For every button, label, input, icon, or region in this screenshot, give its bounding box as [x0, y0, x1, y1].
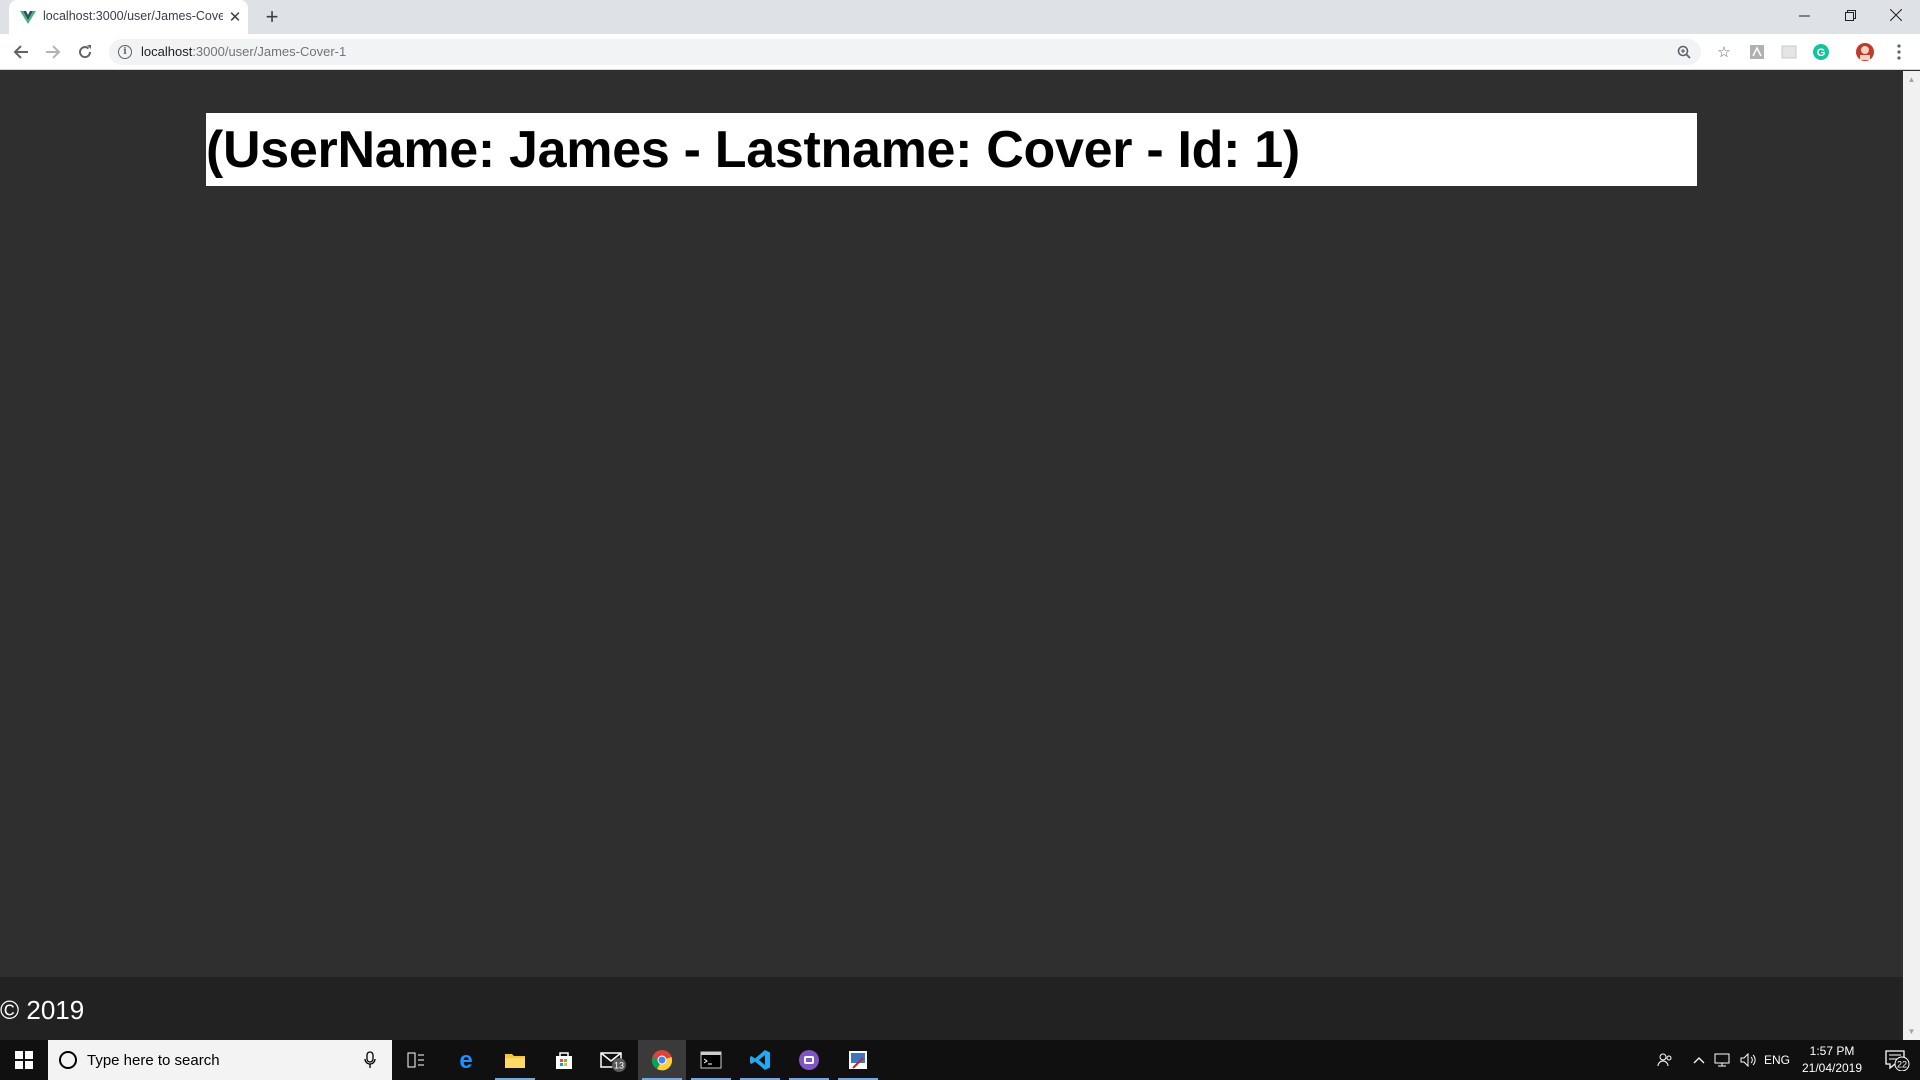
page-viewport: (UserName: James - Lastname: Cover - Id:… [0, 71, 1903, 1040]
minimize-icon [1798, 15, 1810, 16]
search-placeholder: Type here to search [87, 1052, 220, 1069]
taskbar-edge[interactable]: e [442, 1040, 490, 1080]
people-icon [1657, 1053, 1672, 1067]
minimize-button[interactable] [1781, 0, 1827, 30]
url-text: localhost:3000/user/James-Cover-1 [141, 44, 346, 59]
network-icon [1714, 1053, 1730, 1067]
vue-logo-icon [20, 11, 36, 24]
arrow-left-icon [13, 45, 28, 59]
svg-text:e: e [459, 1049, 472, 1071]
restore-button[interactable] [1827, 0, 1873, 30]
network-button[interactable] [1711, 1040, 1735, 1080]
action-center-button[interactable]: 22 [1874, 1040, 1920, 1080]
forward-button[interactable] [40, 39, 66, 65]
people-button[interactable] [1651, 1040, 1679, 1080]
clock-date: 21/04/2019 [1801, 1061, 1863, 1075]
task-view-button[interactable] [392, 1040, 440, 1080]
store-bag-icon [556, 1052, 572, 1069]
grammarly-icon[interactable]: G [1811, 42, 1831, 62]
mail-badge: 13 [614, 1061, 624, 1071]
volume-button[interactable] [1737, 1040, 1761, 1080]
taskbar: Type here to search e 13 ENG 1:57 PM 21/… [0, 1040, 1920, 1080]
snipping-tool-icon [849, 1051, 867, 1069]
address-bar[interactable]: i localhost:3000/user/James-Cover-1 ☆ [109, 39, 1731, 65]
start-button[interactable] [0, 1040, 48, 1080]
extension-icon[interactable] [1779, 42, 1799, 62]
taskbar-terminal[interactable] [687, 1040, 735, 1080]
taskbar-mail[interactable]: 13 [589, 1040, 637, 1080]
pdf-extension-icon[interactable] [1747, 42, 1767, 62]
cortana-icon [59, 1051, 77, 1069]
page-footer: © 2019 [0, 977, 1903, 1040]
reload-icon [79, 45, 92, 59]
new-tab-button[interactable]: + [259, 4, 285, 30]
microphone-icon[interactable] [363, 1051, 377, 1069]
vertical-scrollbar[interactable]: ▲ ▼ [1903, 71, 1920, 1040]
notification-count: 22 [1897, 1060, 1907, 1070]
menu-kebab-icon[interactable] [1889, 42, 1909, 62]
profile-avatar[interactable] [1855, 42, 1875, 62]
browser-toolbar: i localhost:3000/user/James-Cover-1 ☆ G [0, 34, 1920, 70]
scroll-down-icon[interactable]: ▼ [1903, 1023, 1920, 1040]
scroll-up-icon[interactable]: ▲ [1903, 71, 1920, 88]
taskbar-store[interactable] [540, 1040, 588, 1080]
taskbar-vscode[interactable] [736, 1040, 784, 1080]
clock-time: 1:57 PM [1809, 1044, 1855, 1058]
arrow-right-icon [46, 45, 61, 59]
chevron-up-icon [1693, 1057, 1705, 1064]
edge-icon: e [459, 1049, 472, 1071]
close-window-button[interactable] [1873, 0, 1919, 30]
copyright-text: © 2019 [0, 995, 85, 1025]
bookmark-star-icon[interactable]: ☆ [1715, 43, 1733, 61]
windows-logo-icon [15, 1051, 33, 1069]
notification-icon: 22 [1885, 1050, 1910, 1071]
restore-icon [1844, 9, 1856, 21]
svg-text:G: G [1817, 47, 1826, 59]
clock[interactable]: 1:57 PM 21/04/2019 [1786, 1043, 1878, 1077]
url-path: :3000/user/James-Cover-1 [192, 44, 347, 59]
user-heading-box: (UserName: James - Lastname: Cover - Id:… [206, 113, 1697, 186]
tab-strip: localhost:3000/user/James-Cover-1 ✕ + [0, 0, 1920, 34]
back-button[interactable] [8, 39, 34, 65]
url-host: localhost [141, 44, 193, 59]
browser-tab[interactable]: localhost:3000/user/James-Cover-1 ✕ [9, 0, 248, 34]
taskbar-file-explorer[interactable] [491, 1040, 539, 1080]
tab-title: localhost:3000/user/James-Cover-1 [43, 9, 223, 23]
taskbar-snipping-tool[interactable] [834, 1040, 882, 1080]
speaker-icon [1740, 1053, 1756, 1067]
close-icon [1890, 9, 1902, 21]
folder-icon [505, 1054, 525, 1068]
task-view-icon [407, 1052, 424, 1068]
vscode-icon [750, 1050, 770, 1070]
terminal-icon [700, 1051, 722, 1069]
chrome-icon [651, 1050, 673, 1071]
taskbar-app-purple[interactable] [785, 1040, 833, 1080]
app-purple-icon [799, 1050, 819, 1070]
site-info-icon[interactable]: i [118, 45, 132, 59]
reload-button[interactable] [72, 39, 98, 65]
tray-overflow-button[interactable] [1688, 1040, 1710, 1080]
zoom-icon[interactable] [1675, 43, 1693, 61]
mail-icon: 13 [600, 1052, 626, 1072]
user-heading: (UserName: James - Lastname: Cover - Id:… [206, 121, 1300, 179]
taskbar-chrome[interactable] [638, 1040, 686, 1080]
taskbar-search-box[interactable]: Type here to search [48, 1040, 392, 1080]
tab-close-icon[interactable]: ✕ [225, 7, 245, 27]
